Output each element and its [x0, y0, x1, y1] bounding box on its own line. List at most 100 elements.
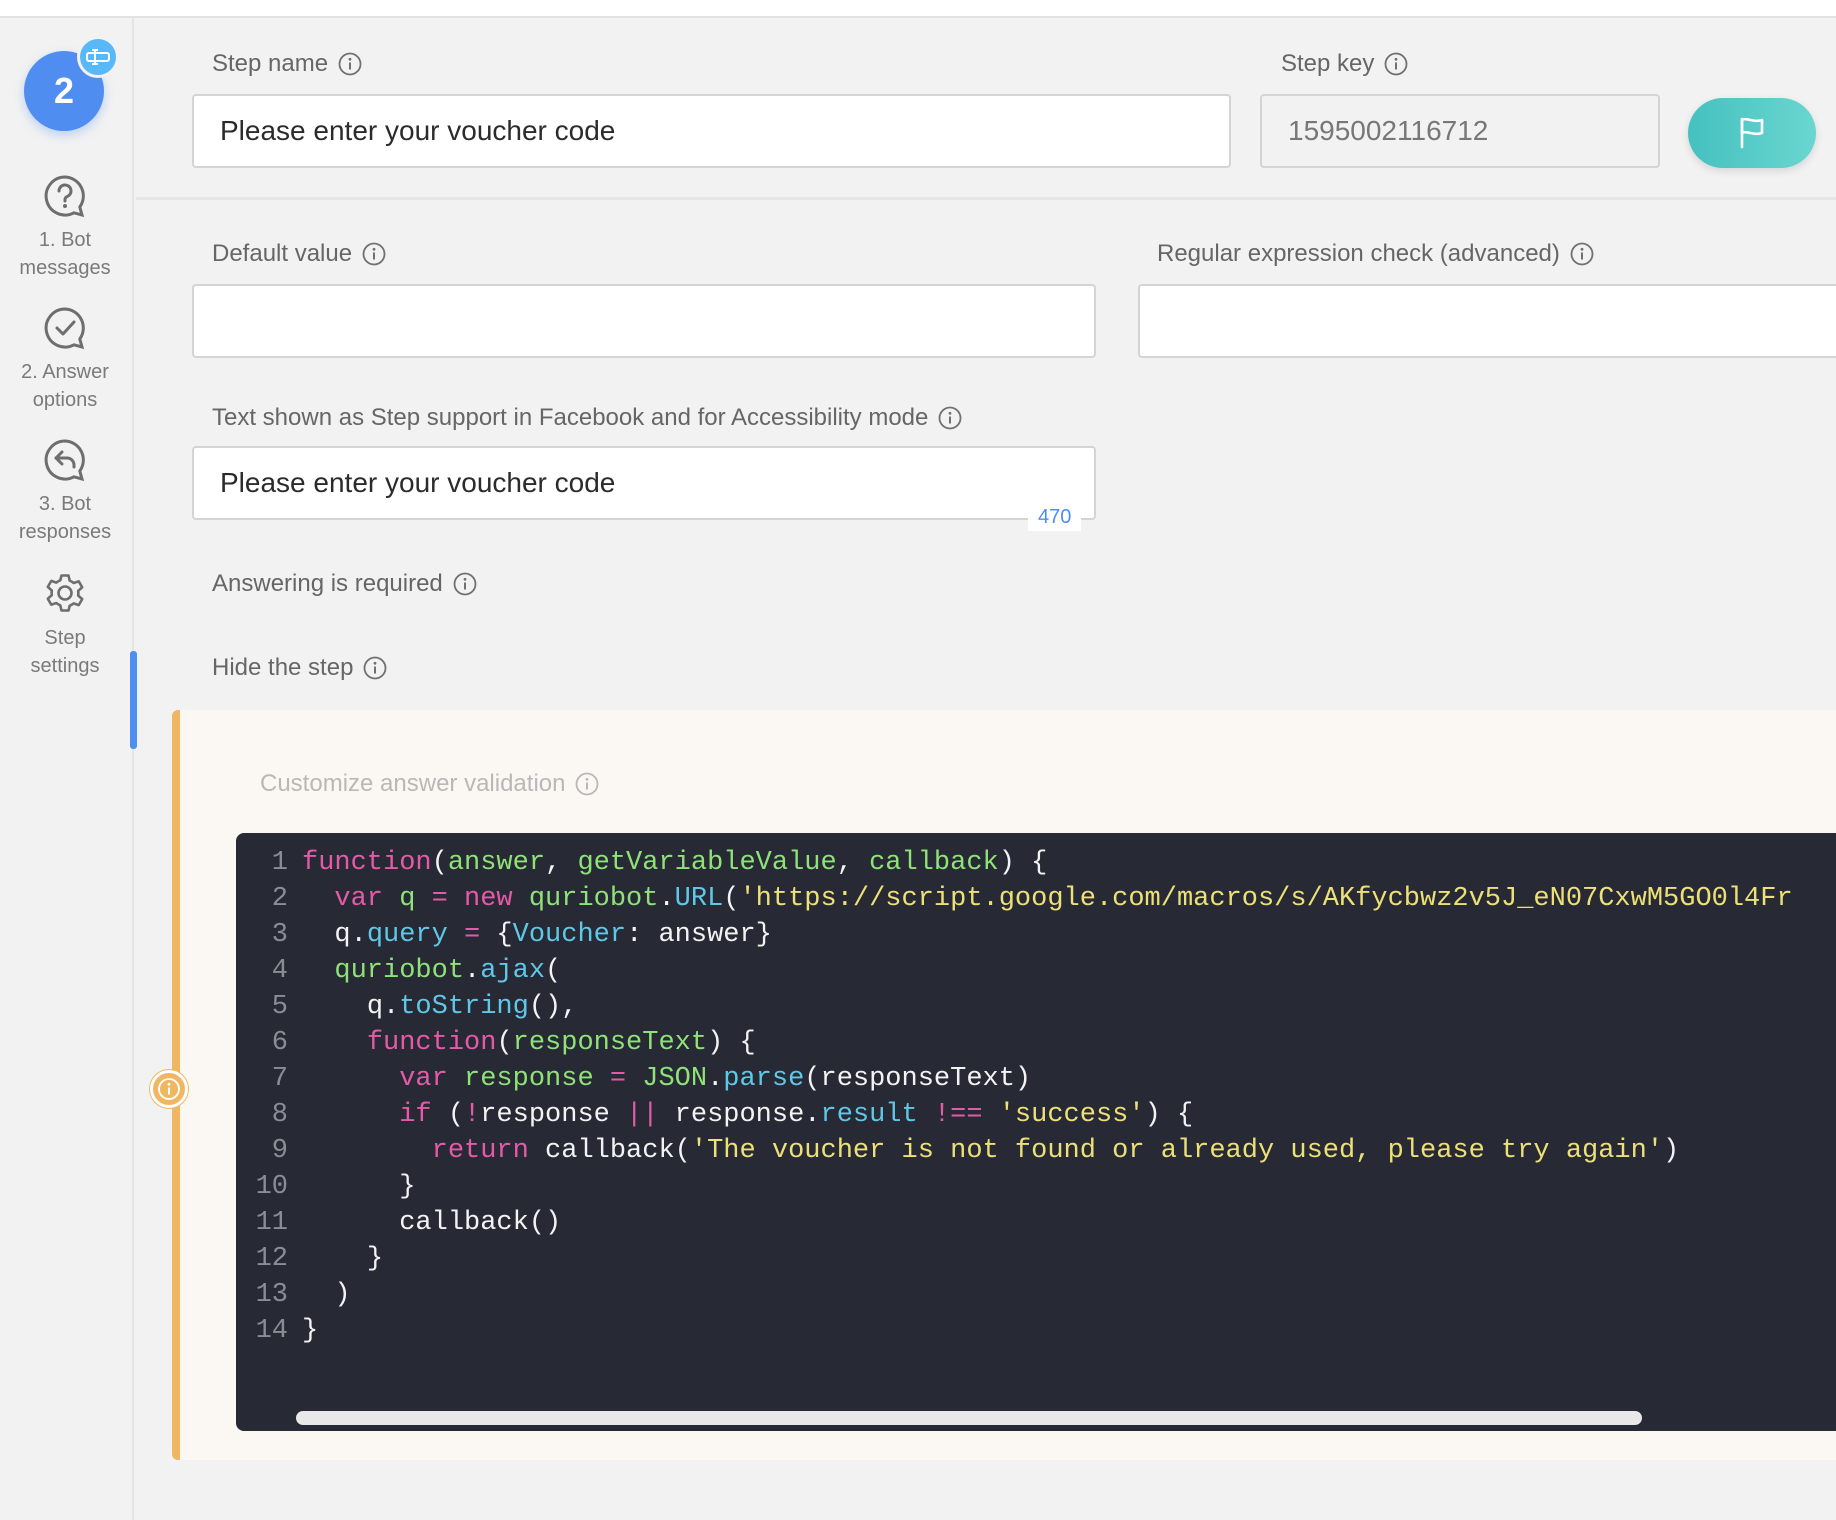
code-token: toString [399, 992, 529, 1022]
code-line: 6 function(responseText) { [236, 1025, 1793, 1061]
step-name-label-text: Step name [212, 50, 329, 77]
info-icon[interactable] [363, 656, 387, 680]
info-icon[interactable] [575, 772, 599, 796]
check-bubble-icon [44, 307, 85, 350]
sidebar: 2 1. Bot messages 2. Answer options 3. B… [0, 18, 134, 1520]
sidebar-item-label: 1. Bot [38, 229, 92, 251]
sidebar-item-step-settings[interactable]: Step settings [0, 570, 130, 680]
code-token: } [288, 1313, 318, 1349]
sidebar-item-bot-messages[interactable]: 1. Bot messages [0, 174, 130, 282]
code-token: !== [933, 1100, 983, 1130]
code-editor[interactable]: 1 function(answer, getVariableValue, call… [236, 833, 1836, 1431]
validation-label: Customize answer validation [260, 770, 599, 798]
code-token: var [334, 884, 384, 914]
code-token: : answer} [626, 920, 772, 950]
step-settings-panel: Step name Please enter your voucher code… [136, 18, 1836, 1520]
code-token: ! [464, 1100, 481, 1130]
code-token: = [609, 1064, 627, 1094]
code-token: function(answer, getVariableValue, callb… [288, 845, 1047, 881]
code-token: } [366, 1244, 384, 1274]
line-number: 14 [255, 1316, 288, 1346]
code-line: 14} [236, 1313, 1793, 1349]
line-number: 3 [271, 920, 288, 950]
code-token: { [480, 920, 513, 950]
code-token: Voucher [512, 920, 627, 950]
code-token: var response = JSON.parse(responseText) [288, 1061, 1031, 1097]
step-number: 2 [53, 70, 75, 111]
code-line: 11 callback() [236, 1205, 1793, 1241]
code-token: quriobot.ajax( [288, 953, 561, 989]
code-line: 1 function(answer, getVariableValue, call… [236, 845, 1793, 881]
flag-button[interactable] [1688, 98, 1816, 168]
code-token: ajax [480, 956, 546, 986]
default-value-input[interactable] [192, 284, 1096, 358]
code-token: function [302, 848, 432, 878]
support-text-input[interactable]: Please enter your voucher code [192, 446, 1096, 520]
code-token: q [383, 884, 432, 914]
sidebar-item-label: 3. Bot [38, 493, 92, 515]
code-token: , [836, 848, 870, 878]
required-label-text: Answering is required [212, 570, 443, 597]
validation-info-icon[interactable] [150, 1070, 188, 1108]
sidebar-item-answer-options[interactable]: 2. Answer options [0, 306, 130, 414]
sidebar-item-label: responses [18, 521, 112, 543]
line-number: 13 [255, 1280, 288, 1310]
info-icon[interactable] [362, 242, 386, 266]
line-number: 6 [271, 1028, 288, 1058]
info-icon[interactable] [338, 52, 362, 76]
code-token: . [658, 884, 675, 914]
line-number: 12 [255, 1244, 288, 1274]
code-token: ) { [707, 1028, 756, 1058]
code-token: . [707, 1064, 724, 1094]
code-token: 'The voucher is not found or already use… [690, 1136, 1664, 1166]
code-token: } [399, 1172, 416, 1202]
code-token: ) [334, 1280, 351, 1310]
step-name-label: Step name [212, 50, 362, 78]
hide-step-label-text: Hide the step [212, 654, 354, 681]
support-text-label: Text shown as Step support in Facebook a… [212, 404, 962, 432]
step-name-input[interactable]: Please enter your voucher code [192, 94, 1231, 168]
reply-bubble-icon [44, 439, 85, 482]
horizontal-scrollbar[interactable] [296, 1411, 1642, 1425]
hide-step-toggle-label[interactable]: Hide the step [212, 654, 387, 682]
validation-label-text: Customize answer validation [260, 770, 566, 797]
code-token: response. [658, 1100, 821, 1130]
code-token: (responseText) [804, 1064, 1032, 1094]
step-key-label-text: Step key [1281, 50, 1375, 77]
default-value-label: Default value [212, 240, 386, 268]
regex-input[interactable] [1138, 284, 1836, 358]
sidebar-item-label: options [32, 389, 98, 411]
line-number: 7 [271, 1064, 288, 1094]
code-token: response [447, 1064, 610, 1094]
code-token: var [399, 1064, 448, 1094]
info-icon[interactable] [1570, 242, 1594, 266]
code-token: result [820, 1100, 918, 1130]
code-token: parse [723, 1064, 805, 1094]
required-toggle-label[interactable]: Answering is required [212, 570, 477, 598]
question-bubble-icon [44, 175, 85, 218]
sidebar-item-label: Step [44, 627, 86, 649]
code-token: answer [447, 848, 546, 878]
code-token: callback( [528, 1136, 691, 1166]
info-icon[interactable] [453, 572, 477, 596]
code-token: JSON [642, 1064, 708, 1094]
info-icon[interactable] [938, 406, 962, 430]
code-line: 7 var response = JSON.parse(responseText… [236, 1061, 1793, 1097]
line-number: 1 [271, 848, 288, 878]
section-divider [136, 197, 1836, 200]
info-icon[interactable] [1384, 52, 1408, 76]
code-token: ) [288, 1277, 351, 1313]
code-token: 'https://script.google.com/macros/s/AKfy… [739, 884, 1793, 914]
answer-validation-panel: Customize answer validation 1 function(an… [172, 710, 1836, 1460]
gear-icon [46, 574, 84, 612]
code-token: } [302, 1316, 319, 1346]
code-token: callback [869, 848, 999, 878]
code-line: 3 q.query = {Voucher: answer} [236, 917, 1793, 953]
sidebar-item-bot-responses[interactable]: 3. Bot responses [0, 438, 130, 546]
